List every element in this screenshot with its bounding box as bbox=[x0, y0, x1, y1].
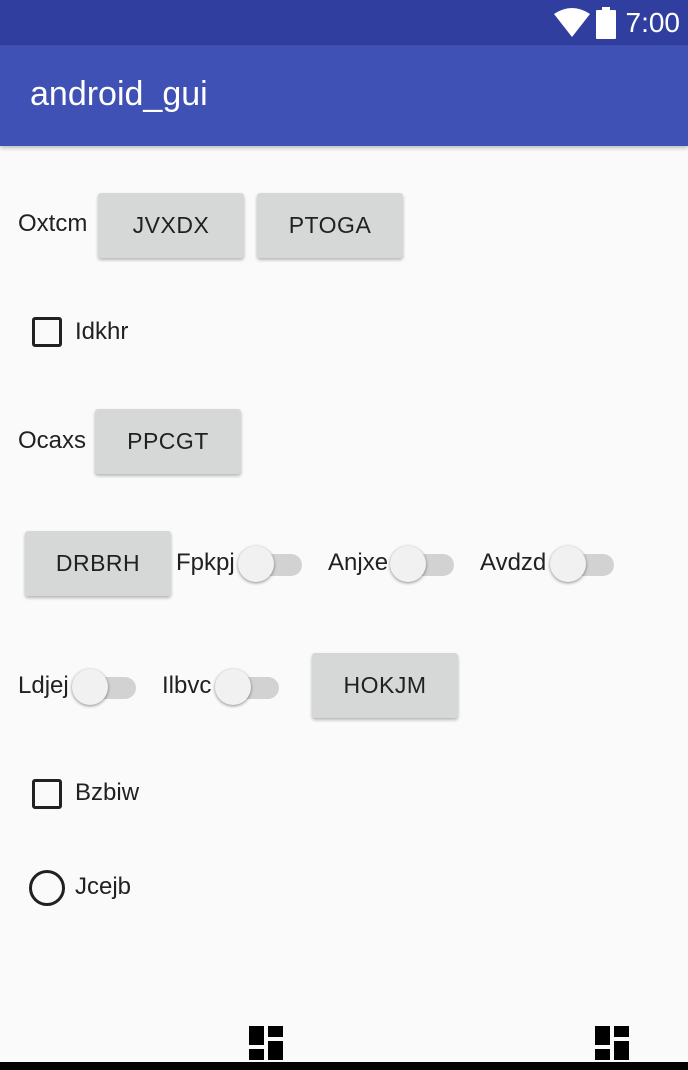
idkhr-label: Idkhr bbox=[75, 318, 129, 345]
fpkpj-label: Fpkpj bbox=[176, 549, 235, 576]
ocaxs-label: Ocaxs bbox=[18, 427, 87, 454]
switch-thumb bbox=[238, 546, 274, 582]
fpkpj-switch[interactable] bbox=[238, 544, 302, 584]
anjxe-switch[interactable] bbox=[390, 544, 454, 584]
ilbvc-switch[interactable] bbox=[215, 667, 279, 707]
status-time: 7:00 bbox=[625, 6, 681, 38]
jcejb-label: Jcejb bbox=[75, 873, 132, 900]
navigation-bar bbox=[0, 1062, 688, 1070]
status-bar: 7:00 bbox=[0, 0, 688, 45]
ilbvc-label: Ilbvc bbox=[162, 672, 212, 699]
ptoga-button[interactable]: PTOGA bbox=[257, 193, 403, 258]
dashboard-icon[interactable] bbox=[595, 1026, 629, 1060]
dashboard-icon[interactable] bbox=[249, 1026, 283, 1060]
ldjej-label: Ldjej bbox=[18, 672, 69, 699]
drbrh-button[interactable]: DRBRH bbox=[25, 531, 171, 596]
oxtcm-label: Oxtcm bbox=[18, 210, 88, 237]
switch-thumb bbox=[390, 546, 426, 582]
status-icons: 7:00 bbox=[553, 0, 681, 45]
app-title: android_gui bbox=[30, 75, 208, 113]
ldjej-switch[interactable] bbox=[72, 667, 136, 707]
bzbiw-checkbox[interactable] bbox=[32, 779, 62, 809]
bzbiw-label: Bzbiw bbox=[75, 779, 140, 806]
jvxdx-button[interactable]: JVXDX bbox=[98, 193, 244, 258]
battery-icon bbox=[595, 6, 616, 39]
avdzd-label: Avdzd bbox=[480, 549, 547, 576]
wifi-icon bbox=[553, 7, 590, 37]
switch-thumb bbox=[550, 546, 586, 582]
idkhr-checkbox[interactable] bbox=[32, 317, 62, 347]
app-bar: android_gui bbox=[0, 45, 688, 146]
anjxe-label: Anjxe bbox=[328, 549, 389, 576]
switch-thumb bbox=[215, 669, 251, 705]
avdzd-switch[interactable] bbox=[550, 544, 614, 584]
jcejb-radio[interactable] bbox=[29, 870, 65, 906]
hokjm-button[interactable]: HOKJM bbox=[312, 653, 458, 718]
switch-thumb bbox=[72, 669, 108, 705]
ppcgt-button[interactable]: PPCGT bbox=[95, 409, 241, 474]
